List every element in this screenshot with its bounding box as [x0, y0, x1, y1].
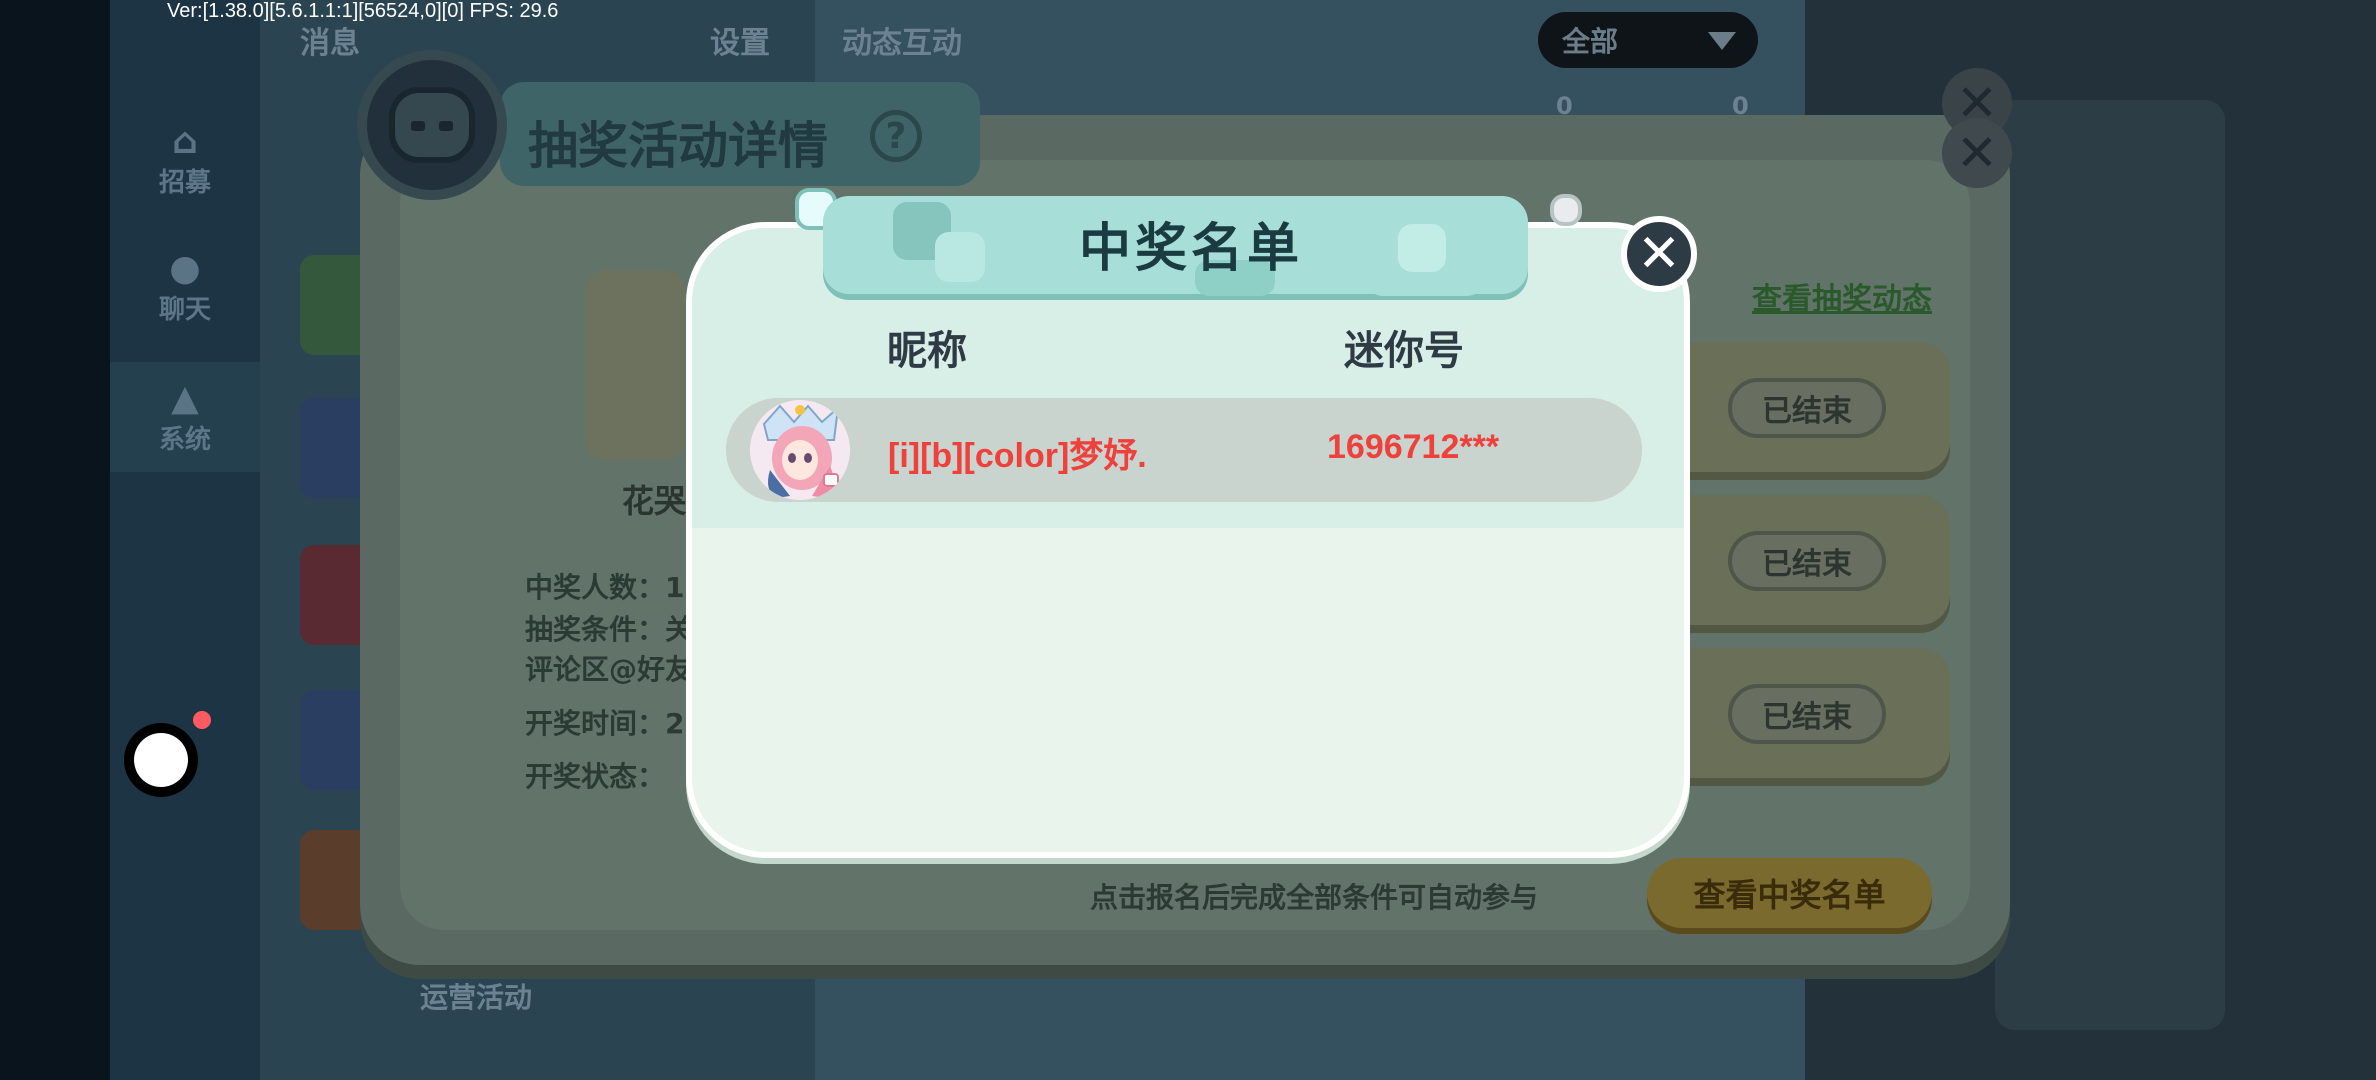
sidebar-item-recruit[interactable]: ⌂ 招募: [110, 105, 260, 215]
winner-row: [726, 398, 1642, 502]
tab-feed-interactions[interactable]: 动态互动: [842, 18, 962, 62]
debug-version-text: Ver:[1.38.0][5.6.1.1:1][56524,0][0] FPS:…: [167, 0, 559, 22]
modal-title: 中奖名单: [1078, 219, 1303, 279]
mascot-icon: [357, 50, 507, 200]
sidebar-item-chat[interactable]: ● 聊天: [110, 232, 260, 342]
right-panel: [1995, 100, 2225, 1030]
floating-assistant-button[interactable]: [134, 733, 188, 787]
share-count: 0: [1732, 92, 1749, 120]
prize-image: [585, 270, 685, 460]
participation-hint: 点击报名后完成全部条件可自动参与: [1090, 881, 1539, 914]
ended-button[interactable]: 已结束: [1728, 684, 1886, 744]
notification-dot: [193, 711, 211, 729]
view-lottery-feed-link[interactable]: 查看抽奖动态: [1752, 274, 1932, 318]
help-icon[interactable]: ?: [870, 110, 922, 162]
like-count: 0: [1556, 92, 1573, 120]
filter-value: 全部: [1562, 25, 1619, 58]
condition-extra-label: 评论区@好友: [525, 653, 694, 686]
tab-settings[interactable]: 设置: [710, 18, 770, 62]
modal-close-button[interactable]: ✕: [1621, 216, 1697, 292]
winners-count-label: 中奖人数：1: [525, 571, 685, 604]
list-item-label[interactable]: 运营活动: [420, 976, 532, 1016]
detail-close-button[interactable]: ✕: [1942, 118, 2012, 188]
prize-name: 花哭: [622, 482, 687, 520]
detail-title: 抽奖活动详情: [528, 117, 828, 175]
chevron-down-icon: [1708, 32, 1736, 50]
recruit-icon: ⌂: [172, 120, 198, 162]
column-header-nickname: 昵称: [887, 328, 967, 374]
view-winners-button[interactable]: 查看中奖名单: [1647, 858, 1932, 928]
winner-mini-id: 1696712***: [1327, 428, 1500, 466]
chat-icon: ●: [169, 247, 201, 289]
sidebar-item-label: 系统: [158, 424, 211, 455]
sidebar-item-system[interactable]: ▲ 系统: [110, 362, 260, 472]
ended-button[interactable]: 已结束: [1728, 378, 1886, 438]
sidebar-item-label: 招募: [158, 167, 211, 198]
winners-modal: [686, 222, 1690, 858]
ended-button[interactable]: 已结束: [1728, 531, 1886, 591]
bell-icon: ▲: [171, 377, 199, 419]
column-header-mini-id: 迷你号: [1344, 328, 1464, 374]
left-edge: [0, 0, 110, 1080]
sidebar-item-label: 聊天: [158, 294, 211, 325]
filter-dropdown[interactable]: 全部: [1538, 12, 1758, 68]
winner-avatar[interactable]: [750, 400, 850, 500]
draw-status-label: 开奖状态：: [525, 760, 666, 793]
close-icon: ✕: [1637, 224, 1681, 284]
condition-label: 抽奖条件：关: [525, 613, 694, 646]
draw-time-label: 开奖时间：2: [525, 707, 685, 740]
winner-nickname: [i][b][color]梦妤.: [888, 437, 1147, 475]
tab-messages[interactable]: 消息: [300, 18, 360, 62]
